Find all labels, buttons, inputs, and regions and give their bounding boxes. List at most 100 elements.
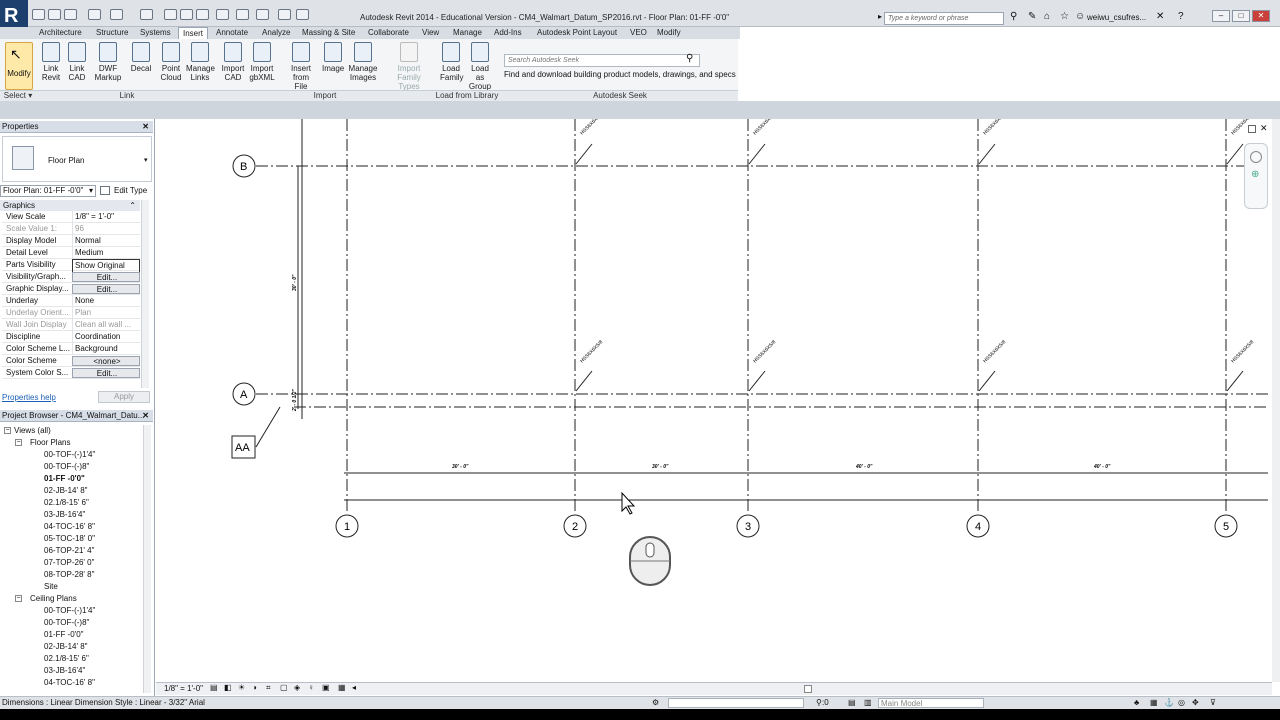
prop-row-discipline[interactable]: Discipline Coordination bbox=[2, 331, 140, 343]
tab-massing-site[interactable]: Massing & Site bbox=[298, 27, 359, 39]
sun-path-icon[interactable]: ☀ bbox=[238, 683, 245, 692]
import-family-types-button[interactable]: Import Family Types bbox=[386, 42, 432, 91]
user-icon[interactable]: ☺ bbox=[1075, 11, 1085, 22]
tree-item-floor-plan[interactable]: 02.1/8-15' 6" bbox=[44, 497, 89, 509]
tab-structure[interactable]: Structure bbox=[92, 27, 132, 39]
exchange-icon[interactable]: ✕ bbox=[1156, 11, 1164, 22]
prop-row-graphic-display[interactable]: Graphic Display... Edit... bbox=[2, 283, 140, 295]
prop-value[interactable]: None bbox=[72, 295, 140, 307]
project-browser-close-icon[interactable]: ✕ bbox=[142, 410, 149, 422]
select-links-icon[interactable]: ♣ bbox=[1134, 697, 1139, 709]
tab-modify[interactable]: Modify bbox=[653, 27, 685, 39]
tab-analyze[interactable]: Analyze bbox=[258, 27, 294, 39]
thin-lines-icon[interactable] bbox=[256, 9, 269, 20]
tree-item-ceiling-plan[interactable]: 04-TOC-16' 8" bbox=[44, 677, 95, 689]
panel-label-import[interactable]: Import bbox=[218, 90, 432, 101]
temporary-hide-icon[interactable]: ◈ bbox=[294, 683, 300, 692]
properties-help-link[interactable]: Properties help bbox=[2, 393, 56, 402]
collapse-ceiling-plans-icon[interactable]: − bbox=[15, 595, 22, 602]
tab-annotate[interactable]: Annotate bbox=[212, 27, 252, 39]
tree-item-floor-plan[interactable]: 05-TOC-18' 0" bbox=[44, 533, 95, 545]
edit-type-button[interactable]: Edit Type bbox=[114, 186, 147, 195]
show-crop-icon[interactable]: ▢ bbox=[280, 683, 288, 692]
workset-selector[interactable] bbox=[668, 698, 804, 708]
canvas-vertical-scrollbar[interactable] bbox=[1272, 119, 1280, 682]
undo-icon[interactable] bbox=[88, 9, 101, 20]
search-expand-icon[interactable]: ▸ bbox=[878, 12, 882, 21]
decal-button[interactable]: Decal bbox=[130, 42, 152, 73]
prop-value[interactable]: Background bbox=[72, 343, 140, 355]
crop-view-icon[interactable]: ⌗ bbox=[266, 683, 271, 693]
view-scale[interactable]: 1/8" = 1'-0" bbox=[164, 684, 203, 693]
tree-item-floor-plan[interactable]: 07-TOP-26' 0" bbox=[44, 557, 94, 569]
link-revit-button[interactable]: Link Revit bbox=[40, 42, 62, 82]
save-icon[interactable] bbox=[48, 9, 61, 20]
reveal-hidden-icon[interactable]: ♀ bbox=[308, 683, 314, 692]
prop-row-detail-level[interactable]: Detail Level Medium bbox=[2, 247, 140, 259]
close-button[interactable]: ✕ bbox=[1252, 10, 1270, 22]
prop-row-underlay[interactable]: Underlay None bbox=[2, 295, 140, 307]
tree-item-floor-plan[interactable]: 08-TOP-28' 8" bbox=[44, 569, 94, 581]
instance-selector[interactable]: Floor Plan: 01-FF -0'0" ▾ bbox=[0, 185, 96, 197]
browser-scrollbar[interactable] bbox=[143, 425, 151, 693]
prop-row-display-model[interactable]: Display Model Normal bbox=[2, 235, 140, 247]
horizontal-scroll-thumb[interactable] bbox=[804, 685, 812, 693]
image-button[interactable]: Image bbox=[322, 42, 344, 73]
properties-scrollbar[interactable] bbox=[141, 200, 149, 388]
prop-row-color-scheme-l[interactable]: Color Scheme L... Background bbox=[2, 343, 140, 355]
text-icon[interactable] bbox=[196, 9, 209, 20]
group-graphics[interactable]: Graphics ⌃ bbox=[0, 200, 140, 211]
design-options-icon[interactable]: ▥ bbox=[864, 697, 872, 709]
prop-row-scale-value-1[interactable]: Scale Value 1: 96 bbox=[2, 223, 140, 235]
tree-item-ceiling-plan[interactable]: 01-FF -0'0" bbox=[44, 629, 84, 641]
tree-item-floor-plan[interactable]: 02-JB-14' 8" bbox=[44, 485, 88, 497]
tree-item-ceiling-plan[interactable]: 02-JB-14' 8" bbox=[44, 641, 88, 653]
zoom-icon[interactable]: ⊕ bbox=[1251, 169, 1259, 180]
collapse-views-icon[interactable]: − bbox=[4, 427, 11, 434]
tab-view[interactable]: View bbox=[418, 27, 443, 39]
tree-item-ceiling-plan[interactable]: 02.1/8-15' 6" bbox=[44, 653, 89, 665]
design-option-selector[interactable]: Main Model bbox=[878, 698, 984, 708]
worksets-icon[interactable]: ⚙ bbox=[652, 697, 659, 709]
highlight-icon[interactable]: ▦ bbox=[338, 683, 346, 692]
3d-view-icon[interactable] bbox=[216, 9, 229, 20]
manage-images-button[interactable]: Manage Images bbox=[348, 42, 378, 82]
prop-row-wall-join-display[interactable]: Wall Join Display Clean all wall ... bbox=[2, 319, 140, 331]
sync-icon[interactable] bbox=[64, 9, 77, 20]
prop-edit-button[interactable]: Edit... bbox=[72, 272, 140, 282]
drag-elements-icon[interactable]: ✥ bbox=[1192, 697, 1199, 709]
minimize-button[interactable]: – bbox=[1212, 10, 1230, 22]
seek-search-input[interactable]: Search Autodesk Seek bbox=[504, 54, 700, 67]
edit-type-icon[interactable] bbox=[100, 186, 110, 195]
favorites-icon[interactable]: ☆ bbox=[1060, 11, 1069, 22]
prop-row-system-color-s[interactable]: System Color S... Edit... bbox=[2, 367, 140, 379]
prop-value[interactable]: Plan bbox=[72, 307, 140, 319]
tab-add-ins[interactable]: Add-Ins bbox=[490, 27, 526, 39]
filter-count-icon[interactable]: ⊽ bbox=[1210, 697, 1216, 709]
tree-root-views[interactable]: Views (all) bbox=[14, 425, 51, 437]
tab-manage[interactable]: Manage bbox=[449, 27, 486, 39]
close-view-icon[interactable]: ✕ bbox=[1260, 123, 1268, 134]
tree-item-ceiling-plan[interactable]: 00-TOF-(-)8" bbox=[44, 617, 89, 629]
close-hidden-icon[interactable] bbox=[278, 9, 291, 20]
binoculars-icon[interactable]: ⚲ bbox=[1010, 11, 1017, 22]
tab-collaborate[interactable]: Collaborate bbox=[364, 27, 413, 39]
dwf-markup-button[interactable]: DWF Markup bbox=[94, 42, 122, 82]
properties-close-icon[interactable]: ✕ bbox=[142, 121, 149, 133]
load-family-button[interactable]: Load Family bbox=[440, 42, 464, 82]
prop-value[interactable]: 1/8" = 1'-0" bbox=[72, 211, 140, 223]
point-cloud-button[interactable]: Point Cloud bbox=[160, 42, 182, 82]
editable-only-icon[interactable]: ▤ bbox=[848, 697, 856, 709]
select-dropdown[interactable]: Select ▾ bbox=[0, 90, 36, 101]
load-as-group-button[interactable]: Load as Group bbox=[466, 42, 494, 91]
tree-item-floor-plan[interactable]: 00-TOF-(-)1'4" bbox=[44, 449, 95, 461]
tree-item-floor-plan[interactable]: 00-TOF-(-)8" bbox=[44, 461, 89, 473]
visual-style-icon[interactable]: ◧ bbox=[224, 683, 232, 692]
select-by-face-icon[interactable]: ◎ bbox=[1178, 697, 1185, 709]
tab-systems[interactable]: Systems bbox=[136, 27, 175, 39]
dimension-icon[interactable] bbox=[164, 9, 177, 20]
select-pinned-icon[interactable]: ⚓ bbox=[1164, 697, 1174, 709]
tree-item-floor-plan[interactable]: 01-FF -0'0" bbox=[44, 473, 85, 485]
import-gbxml-button[interactable]: Import gbXML bbox=[248, 42, 276, 82]
restore-view-icon[interactable] bbox=[1248, 125, 1256, 133]
